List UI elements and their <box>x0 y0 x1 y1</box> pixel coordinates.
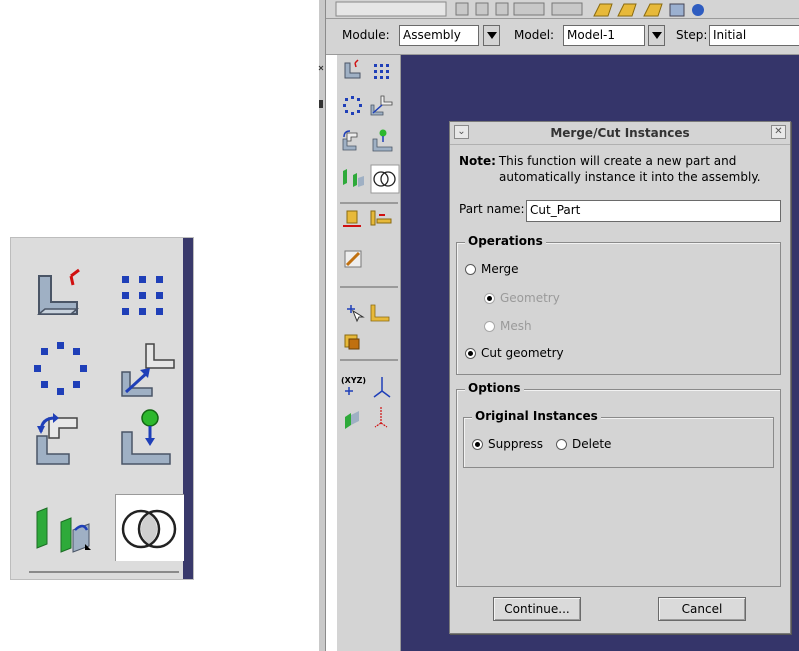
original-instances-group: Original Instances Suppress Delete <box>463 409 774 468</box>
mesh-radio-circle[interactable] <box>484 320 495 332</box>
create-instance-icon <box>344 59 361 79</box>
translate-to-icon[interactable] <box>116 406 178 470</box>
cut-geometry-radio-circle[interactable] <box>465 347 476 359</box>
geometry-label: Geometry <box>500 291 560 305</box>
svg-text:(XYZ): (XYZ) <box>341 376 366 385</box>
delete-radio-circle[interactable] <box>556 438 567 450</box>
options-group: Options Original Instances Suppress Dele… <box>456 381 781 587</box>
radial-pattern-icon <box>343 96 362 115</box>
rotate-instance-icon[interactable] <box>31 408 93 470</box>
partition-icon <box>344 334 360 350</box>
edit-feature-icon <box>344 250 362 268</box>
model-label: Model: <box>514 28 555 42</box>
operations-group: Operations Merge Geometry Mesh Cut geome… <box>456 234 781 375</box>
constraint-face-to-face-icon <box>370 210 392 226</box>
query-axes-icon <box>374 407 388 428</box>
sash-handle-icon[interactable] <box>318 62 330 122</box>
context-bar: Module: Assembly Model: Model-1 Step: In… <box>326 19 799 55</box>
zoomed-palette-panel <box>10 237 194 580</box>
rotate-instance-icon <box>342 130 358 151</box>
module-toolbox: (XYZ) <box>337 55 401 651</box>
step-select[interactable]: Initial <box>709 25 799 46</box>
merge-cut-dialog: ⌄ Merge/Cut Instances ✕ Note: This funct… <box>449 121 791 634</box>
delete-radio[interactable]: Delete <box>556 437 611 451</box>
toolbox-icons: (XYZ) <box>341 59 400 429</box>
datum-csys-icon <box>373 377 391 398</box>
cut-geometry-radio[interactable]: Cut geometry <box>465 346 564 360</box>
main-toolbar <box>326 0 799 19</box>
module-dropdown-arrow[interactable] <box>483 25 500 46</box>
model-select[interactable]: Model-1 <box>563 25 645 46</box>
merge-cut-instances-icon[interactable] <box>119 500 181 558</box>
model-dropdown-arrow[interactable] <box>648 25 665 46</box>
suppress-radio-circle[interactable] <box>472 438 483 450</box>
note-label: Note: <box>459 154 496 168</box>
operations-legend: Operations <box>465 234 546 248</box>
original-instances-legend: Original Instances <box>472 409 601 423</box>
translate-to-icon <box>372 129 393 152</box>
translate-instance-icon[interactable] <box>116 338 178 400</box>
dialog-title: Merge/Cut Instances <box>550 126 690 140</box>
module-label: Module: <box>342 28 390 42</box>
radial-pattern-icon[interactable] <box>31 338 91 398</box>
geometry-radio-circle[interactable] <box>484 292 495 304</box>
delete-label: Delete <box>572 437 612 451</box>
create-coordinate-system-icon: (XYZ) <box>341 376 366 395</box>
part-name-input[interactable]: Cut_Part <box>526 200 781 222</box>
step-label: Step: <box>676 28 708 42</box>
merge-radio-circle[interactable] <box>465 263 476 275</box>
linear-pattern-icon <box>374 64 389 79</box>
options-legend: Options <box>465 381 524 395</box>
mesh-label: Mesh <box>500 319 532 333</box>
datum-point-icon <box>347 305 365 323</box>
suppress-radio[interactable]: Suppress <box>472 437 543 451</box>
toolbar-icons[interactable] <box>326 0 799 18</box>
merge-radio[interactable]: Merge <box>465 262 518 276</box>
note-line-2: automatically instance it into the assem… <box>499 170 761 184</box>
mesh-radio[interactable]: Mesh <box>484 319 532 333</box>
module-select[interactable]: Assembly <box>399 25 479 46</box>
dialog-note: Note: This function will create a new pa… <box>459 153 784 185</box>
dialog-titlebar[interactable]: ⌄ Merge/Cut Instances ✕ <box>450 122 790 145</box>
canvas-edge <box>183 238 193 579</box>
reference-point-icon <box>345 411 359 429</box>
close-icon[interactable]: ✕ <box>771 125 786 139</box>
cancel-button[interactable]: Cancel <box>658 597 746 621</box>
convert-constraints-icon[interactable] <box>31 500 103 562</box>
translate-instance-icon <box>370 95 393 116</box>
part-name-label: Part name: <box>459 202 525 216</box>
suppress-label: Suppress <box>488 437 544 451</box>
geometry-radio[interactable]: Geometry <box>484 291 560 305</box>
convert-constraints-icon <box>343 169 364 187</box>
datum-axis-icon <box>370 304 390 322</box>
palette-separator <box>29 571 179 573</box>
create-instance-icon[interactable] <box>31 268 91 326</box>
merge-label: Merge <box>481 262 519 276</box>
note-line-1: This function will create a new part and <box>498 154 737 168</box>
constraint-parallel-face-icon <box>343 210 361 227</box>
continue-button[interactable]: Continue... <box>493 597 581 621</box>
cut-geometry-label: Cut geometry <box>481 346 564 360</box>
linear-pattern-icon[interactable] <box>116 270 172 322</box>
